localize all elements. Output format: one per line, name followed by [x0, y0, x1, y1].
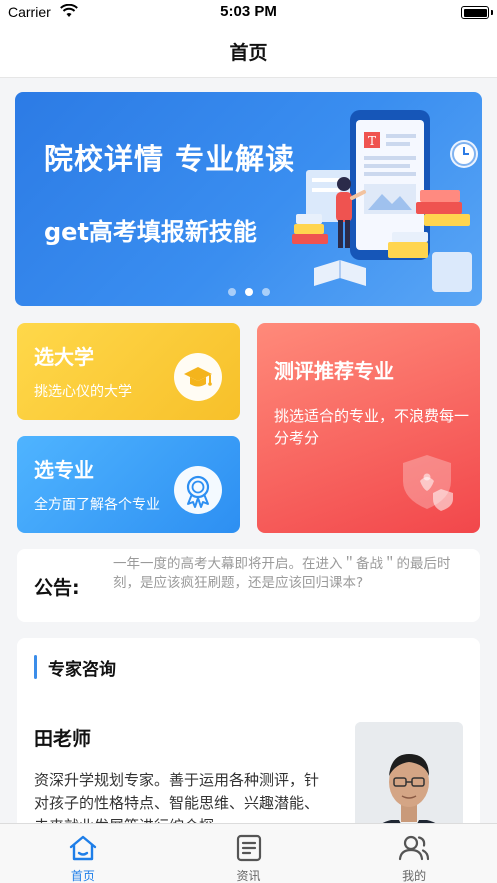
- choose-major-card[interactable]: 选专业 全方面了解各个专业: [17, 436, 240, 533]
- tab-label: 我的: [402, 869, 427, 883]
- choose-university-card[interactable]: 选大学 挑选心仪的大学: [17, 323, 240, 420]
- banner-illustration: T: [292, 110, 478, 292]
- award-ribbon-icon: [174, 466, 222, 514]
- section-accent-bar: [34, 655, 37, 679]
- carousel-dot[interactable]: [227, 288, 236, 296]
- tab-news[interactable]: 资讯: [166, 824, 332, 883]
- carousel-dot[interactable]: [261, 288, 270, 296]
- card-title: 选大学: [34, 345, 94, 369]
- tab-home[interactable]: 首页: [0, 824, 166, 883]
- graduation-cap-icon: [174, 353, 222, 401]
- card-desc: 全方面了解各个专业: [34, 497, 160, 513]
- nav-bar: 首页: [0, 26, 497, 78]
- banner-title: 院校详情 专业解读: [44, 142, 296, 176]
- page-title: 首页: [229, 42, 268, 64]
- banner-subtitle: get高考填报新技能: [44, 218, 257, 246]
- tab-label: 首页: [70, 869, 95, 883]
- notice-text[interactable]: 一年一度的高考大幕即将开启。在进入＂备战＂的最后时刻，是应该疯狂刷题，还是应该回…: [113, 555, 469, 593]
- card-desc: 挑选心仪的大学: [34, 384, 132, 400]
- news-icon: [236, 834, 261, 862]
- svg-text:T: T: [368, 134, 376, 148]
- card-title: 测评推荐专业: [274, 359, 394, 383]
- home-icon: [69, 835, 97, 861]
- user-icon: [399, 835, 430, 861]
- card-title: 选专业: [34, 458, 94, 482]
- carousel-indicator[interactable]: [15, 288, 482, 296]
- status-bar: Carrier 5:03 PM: [0, 0, 497, 26]
- shield-icon: [403, 455, 453, 511]
- expert-name[interactable]: 田老师: [34, 724, 91, 751]
- status-time: 5:03 PM: [220, 3, 277, 20]
- banner-carousel[interactable]: 院校详情 专业解读 get高考填报新技能 T: [15, 92, 482, 306]
- battery-icon: [461, 6, 493, 19]
- evaluation-recommend-card[interactable]: 测评推荐专业 挑选适合的专业，不浪费每一分考分: [257, 323, 480, 533]
- tab-bar: 首页 资讯 我的: [0, 823, 497, 883]
- tab-label: 资讯: [236, 869, 261, 883]
- tab-profile[interactable]: 我的: [331, 824, 497, 883]
- card-desc: 挑选适合的专业，不浪费每一分考分: [274, 407, 470, 447]
- notice-label: 公告:: [34, 577, 80, 599]
- carousel-dot-active[interactable]: [244, 288, 253, 296]
- section-heading: 专家咨询: [48, 660, 116, 680]
- notice-bar[interactable]: 公告: 一年一度的高考大幕即将开启。在进入＂备战＂的最后时刻，是应该疯狂刷题，还…: [17, 549, 480, 622]
